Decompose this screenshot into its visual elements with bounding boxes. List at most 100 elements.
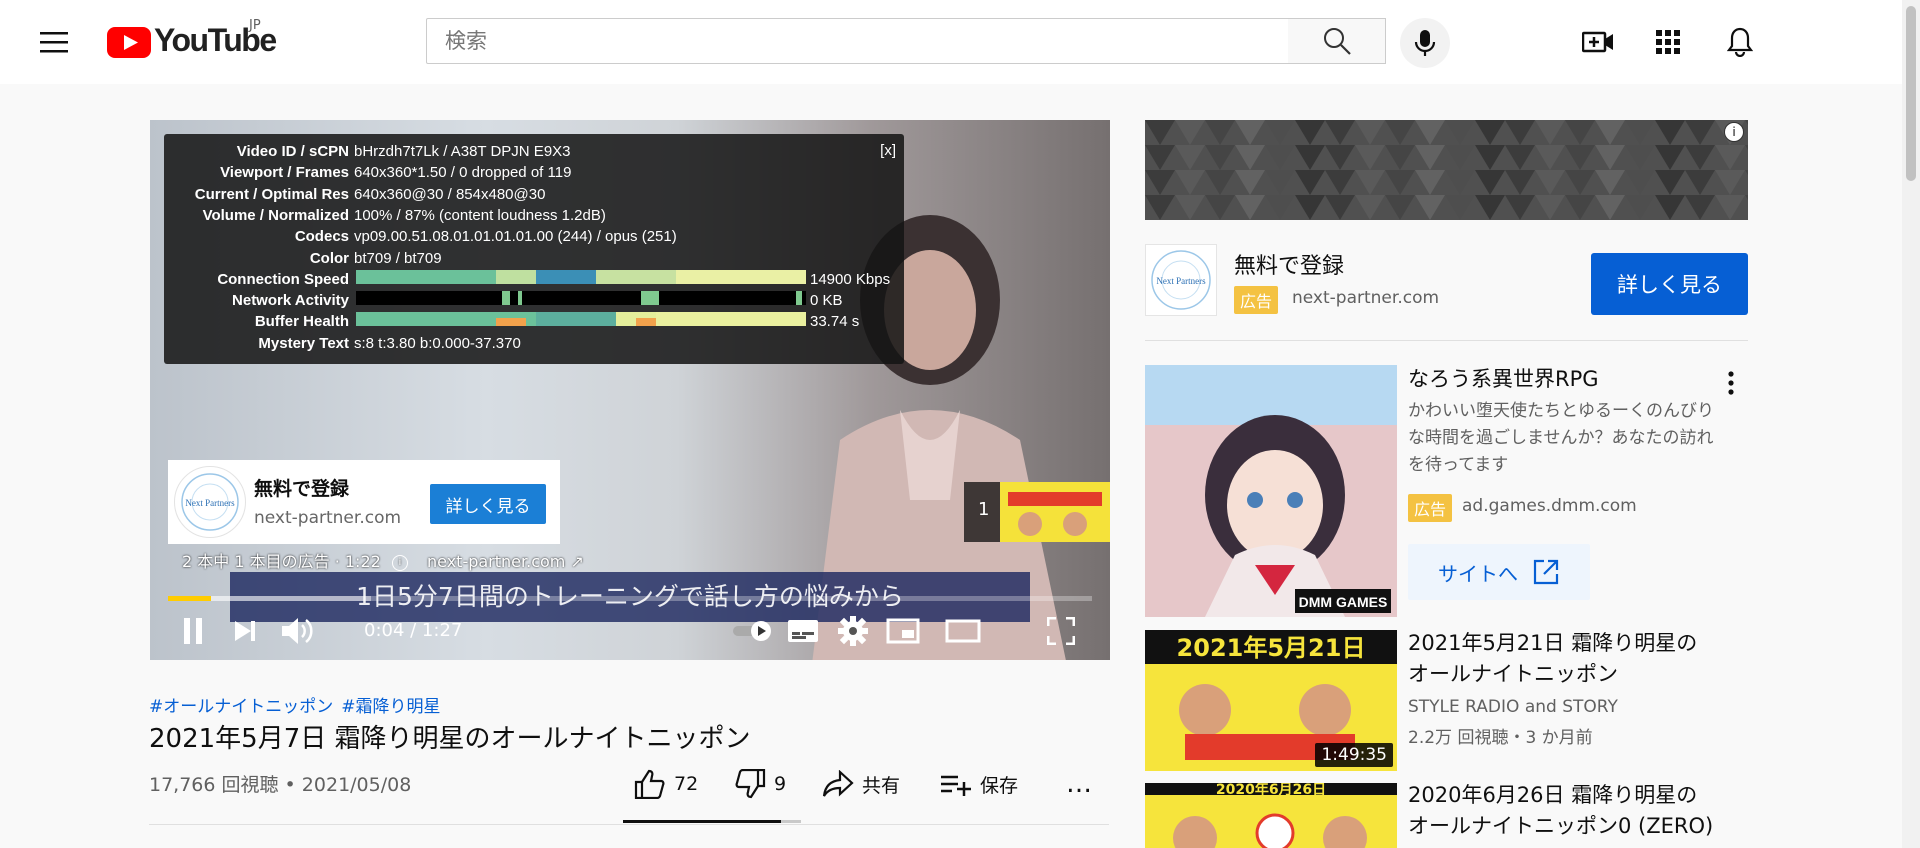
stats-key: Video ID / sCPN [236,143,349,160]
sidebar-ad-domain: next-partner.com [1292,288,1440,308]
video-thumbnail[interactable]: 2020年6月26日 [1145,783,1397,848]
visit-site-button[interactable]: サイトへ [1408,544,1590,600]
scrollbar-thumb[interactable] [1906,6,1916,181]
sidebar-advertiser-logo: Next Partners [1145,244,1217,316]
video-title-link[interactable]: 2021年5月21日 霜降り明星のオールナイトニッポン [1408,628,1718,690]
subtitles-button[interactable] [778,606,828,656]
ad-preview-count: 1 [978,499,990,520]
page-scrollbar[interactable] [1902,0,1920,848]
ad-info-line: 2 本中 1 本目の広告 · 1:22 i next-partner.com ↗ [182,548,584,572]
ad-preview[interactable]: 1 [964,482,1110,542]
next-button[interactable] [220,606,270,656]
ad-badge: 広告 [1408,494,1453,522]
video-thumbnail[interactable]: 2021年5月21日 1:49:35 [1145,630,1397,771]
hashtag-link[interactable]: #霜降り明星 [341,697,440,717]
player-ad-title[interactable]: 無料で登録 [254,474,349,501]
autoplay-toggle[interactable] [728,606,778,656]
buffer-health-graph [356,312,806,326]
visit-site-label: サイトへ [1438,561,1518,586]
menu-icon[interactable] [34,22,74,62]
skip-next-icon [235,621,255,641]
view-count-date: 17,766 回視聴 • 2021/05/08 [149,774,412,796]
theater-mode-icon [945,619,981,643]
miniplayer-button[interactable] [878,606,928,656]
stats-value: 14900 Kbps [810,270,891,288]
channel-name[interactable]: STYLE RADIO and STORY [1408,697,1618,717]
dislike-button[interactable]: 9 [734,766,786,802]
create-video-icon[interactable] [1578,22,1618,62]
subtitles-icon [788,620,818,642]
video-player[interactable]: [x] Video ID / sCPN bHrzdh7t7Lk / A38T DP… [150,120,1110,660]
masthead: YouTube JP [0,0,1920,84]
hashtag-link[interactable]: #オールナイトニッポン [149,697,333,717]
game-ad-thumbnail[interactable]: DMM GAMES [1145,365,1397,617]
stats-value: 640x360@30 / 854x480@30 [354,185,546,203]
video-title-link[interactable]: 2020年6月26日 霜降り明星のオールナイトニッポン0 (ZERO) [1408,780,1718,842]
advertiser-logo-text: Next Partners [185,498,235,508]
like-ratio-bar [623,820,801,823]
stats-row: Current / Optimal Res 640x360@30 / 854x48… [164,185,904,205]
share-label: 共有 [862,774,901,797]
settings-button[interactable] [828,606,878,656]
game-ad-thumbnail-label: DMM GAMES [1299,594,1388,610]
country-code: JP [249,18,261,33]
hashtags: #オールナイトニッポン #霜降り明星 [149,692,449,717]
save-label: 保存 [980,774,1019,797]
stats-value: 0 KB [810,292,843,310]
ad-info-icon[interactable]: i [1724,122,1744,142]
ad-banner-image[interactable] [1145,120,1748,220]
game-ad-description: かわいい堕天使たちとゆるーくのんびりな時間を過ごしませんか？あなたの訪れを待って… [1408,401,1714,475]
stats-key: Buffer Health [254,313,349,331]
video-meta: 2.2万 回視聴・3 か月前 [1408,728,1593,748]
progress-bar[interactable] [168,596,1092,601]
ad-preview-thumbnail[interactable] [1000,482,1110,542]
player-ad-learn-more-button[interactable]: 詳しく見る [430,484,546,524]
fullscreen-icon [1047,617,1075,645]
info-icon[interactable]: i [391,554,408,571]
like-button[interactable]: 72 [634,766,698,802]
time-display: 0:04 / 1:27 [364,620,463,641]
divider [149,824,1109,825]
search-input[interactable] [427,19,1288,63]
ad-count-text: 2 本中 1 本目の広告 · 1:22 [182,552,381,571]
theater-mode-button[interactable] [938,606,988,656]
video-thumbnail-text: 2020年6月26日 [1216,783,1326,798]
share-icon [822,770,854,797]
stats-value: bHrzdh7t7Lk / A38T DPJN E9X3 [354,143,571,160]
more-vert-icon[interactable] [1716,368,1746,398]
voice-search-button[interactable] [1400,18,1450,68]
fullscreen-button[interactable] [1036,606,1086,656]
stats-value: s:8 t:3.80 b:0.000-37.370 [354,334,521,352]
ad-domain-link[interactable]: next-partner.com [427,552,565,571]
stats-row: Mystery Text s:8 t:3.80 b:0.000-37.370 [164,334,904,354]
sidebar-ad-learn-more-button[interactable]: 詳しく見る [1591,253,1748,315]
game-ad-domain: ad.games.dmm.com [1462,496,1637,516]
volume-button[interactable] [272,606,322,656]
more-horiz-icon: … [1066,769,1092,799]
ad-badge: 広告 [1234,286,1279,314]
stats-row: Color bt709 / bt709 [164,249,904,269]
sidebar-ad-title[interactable]: 無料で登録 [1234,248,1344,280]
stats-key: Connection Speed [217,270,349,288]
search-icon [1323,28,1351,55]
apps-grid-icon[interactable] [1648,22,1688,62]
search-button[interactable] [1288,18,1386,64]
video-title: 2021年5月7日 霜降り明星のオールナイトニッポン [149,724,751,754]
stats-key: Current / Optimal Res [194,185,349,203]
share-button[interactable]: 共有 [822,766,900,802]
game-ad-title[interactable]: なろう系異世界RPG [1408,364,1718,395]
pause-button[interactable] [168,606,218,656]
save-button[interactable]: 保存 [940,766,1018,802]
player-ad-card[interactable]: Next Partners 無料で登録 next-partner.com 詳しく… [168,460,560,544]
like-ratio-fill [623,820,782,823]
search-box [426,18,1289,64]
miniplayer-icon [886,618,920,644]
autoplay-toggle-icon [733,621,771,641]
pause-icon [184,618,202,644]
more-actions-button[interactable]: … [1066,766,1092,802]
video-thumbnail-text: 2021年5月21日 [1177,634,1366,662]
notifications-bell-icon[interactable] [1720,22,1760,62]
youtube-logo-icon[interactable] [107,26,151,58]
gear-icon [838,616,868,646]
dislike-count: 9 [774,773,787,795]
